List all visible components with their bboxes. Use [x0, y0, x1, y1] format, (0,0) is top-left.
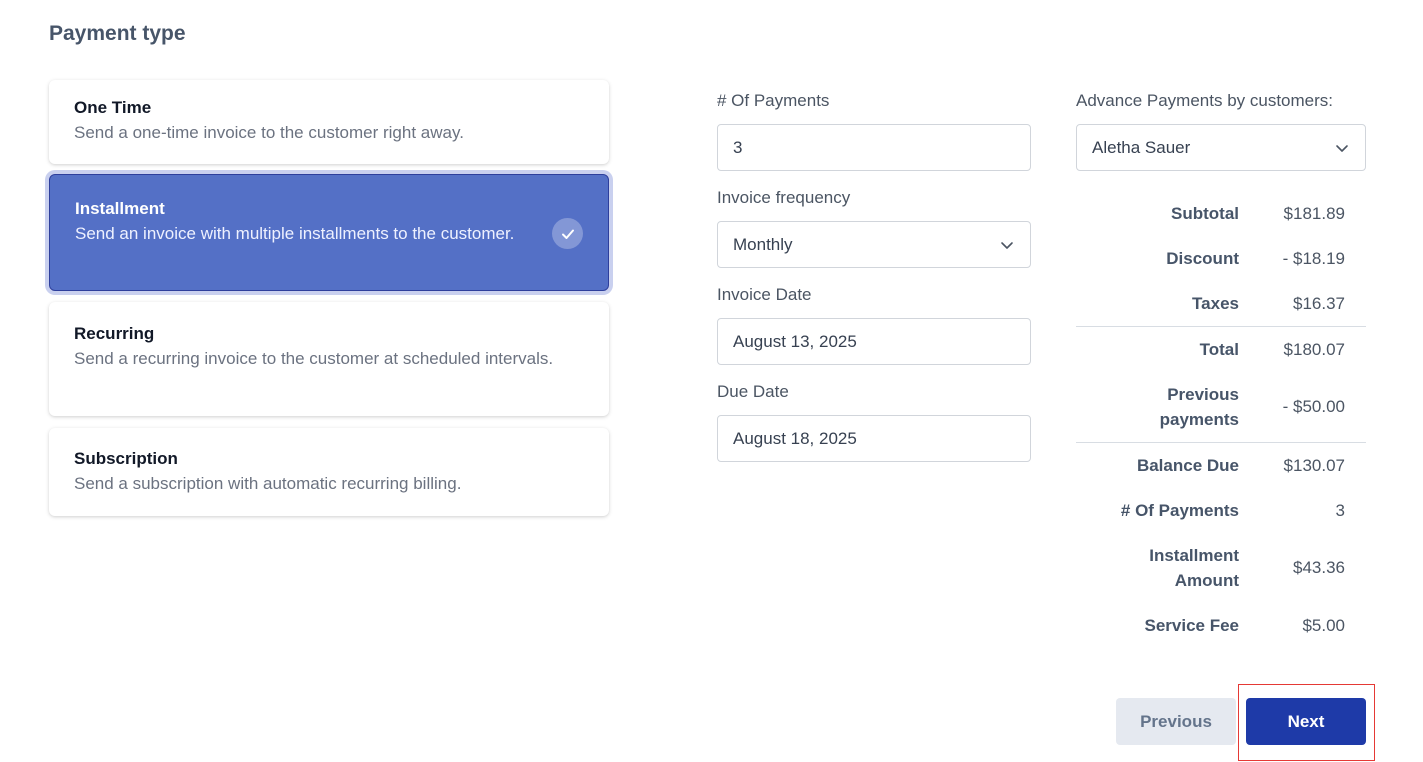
total-value: $180.07	[1283, 340, 1345, 359]
invoice-frequency-select[interactable]: Monthly	[717, 221, 1031, 268]
summary-num-payments-label: # Of Payments	[1120, 501, 1239, 520]
balance-due-label: Balance Due	[1136, 456, 1239, 475]
previous-payments-label-line1: Previous	[1167, 385, 1239, 404]
summary-service-fee-row: Service Fee $5.00	[1076, 613, 1366, 638]
payment-type-description: Send a one-time invoice to the customer …	[74, 123, 464, 142]
previous-payments-value: - $50.00	[1282, 397, 1345, 416]
summary-num-payments-value: 3	[1335, 501, 1345, 520]
payment-type-description: Send a recurring invoice to the customer…	[74, 349, 554, 368]
payment-type-title: One Time	[74, 98, 152, 117]
due-date-value: August 18, 2025	[733, 428, 857, 448]
invoice-frequency-value: Monthly	[733, 234, 793, 254]
section-title: Payment type	[49, 22, 186, 45]
summary-divider	[1076, 326, 1366, 327]
summary-taxes-row: Taxes $16.37	[1076, 291, 1366, 316]
payment-type-one-time[interactable]: One Time Send a one-time invoice to the …	[49, 80, 609, 164]
taxes-label: Taxes	[1192, 294, 1239, 313]
discount-label: Discount	[1166, 249, 1239, 268]
installment-amount-label-line1: Installment	[1149, 546, 1239, 565]
summary-balance-row: Balance Due $130.07	[1076, 453, 1366, 478]
total-label: Total	[1199, 340, 1239, 359]
taxes-value: $16.37	[1293, 294, 1345, 313]
summary-subtotal-row: Subtotal $181.89	[1076, 201, 1366, 226]
previous-payments-label-line2: payments	[1159, 410, 1239, 429]
advance-payments-label: Advance Payments by customers:	[1076, 91, 1334, 110]
next-button[interactable]: Next	[1246, 698, 1366, 745]
previous-payments-label: Previous payments	[1160, 382, 1239, 432]
summary-divider	[1076, 442, 1366, 443]
due-date-label: Due Date	[717, 382, 789, 401]
payment-type-recurring[interactable]: Recurring Send a recurring invoice to th…	[49, 302, 609, 416]
summary-total-row: Total $180.07	[1076, 337, 1366, 362]
payment-type-description: Send a subscription with automatic recur…	[74, 474, 462, 493]
summary-installment-row: Installment Amount $43.36	[1076, 543, 1366, 593]
chevron-down-icon	[1000, 237, 1014, 257]
balance-due-value: $130.07	[1283, 456, 1345, 475]
subtotal-value: $181.89	[1283, 204, 1345, 223]
payment-type-title: Recurring	[74, 324, 155, 343]
invoice-date-label: Invoice Date	[717, 285, 812, 304]
subtotal-label: Subtotal	[1171, 204, 1239, 223]
invoice-date-input[interactable]: August 13, 2025	[717, 318, 1031, 365]
num-payments-label: # Of Payments	[717, 91, 830, 110]
service-fee-value: $5.00	[1302, 616, 1345, 635]
chevron-down-icon	[1335, 140, 1349, 160]
invoice-frequency-label: Invoice frequency	[717, 188, 851, 207]
discount-value: - $18.19	[1282, 249, 1345, 268]
installment-amount-label: Installment Amount	[1149, 543, 1239, 593]
num-payments-input[interactable]: 3	[717, 124, 1031, 171]
invoice-date-value: August 13, 2025	[733, 331, 857, 351]
installment-amount-label-line2: Amount	[1174, 571, 1239, 590]
payment-type-title: Installment	[75, 199, 165, 218]
advance-payments-select[interactable]: Aletha Sauer	[1076, 124, 1366, 171]
payment-type-title: Subscription	[74, 449, 178, 468]
check-icon	[552, 218, 583, 249]
num-payments-value: 3	[733, 137, 743, 157]
summary-discount-row: Discount - $18.19	[1076, 246, 1366, 271]
advance-payments-value: Aletha Sauer	[1092, 137, 1191, 157]
due-date-input[interactable]: August 18, 2025	[717, 415, 1031, 462]
summary-num-payments-row: # Of Payments 3	[1076, 498, 1366, 523]
payment-type-description: Send an invoice with multiple installmen…	[75, 224, 515, 243]
payment-type-installment[interactable]: Installment Send an invoice with multipl…	[49, 174, 609, 291]
installment-amount-value: $43.36	[1293, 558, 1345, 577]
service-fee-label: Service Fee	[1144, 616, 1239, 635]
previous-button[interactable]: Previous	[1116, 698, 1236, 745]
summary-previous-row: Previous payments - $50.00	[1076, 382, 1366, 432]
payment-type-subscription[interactable]: Subscription Send a subscription with au…	[49, 428, 609, 516]
